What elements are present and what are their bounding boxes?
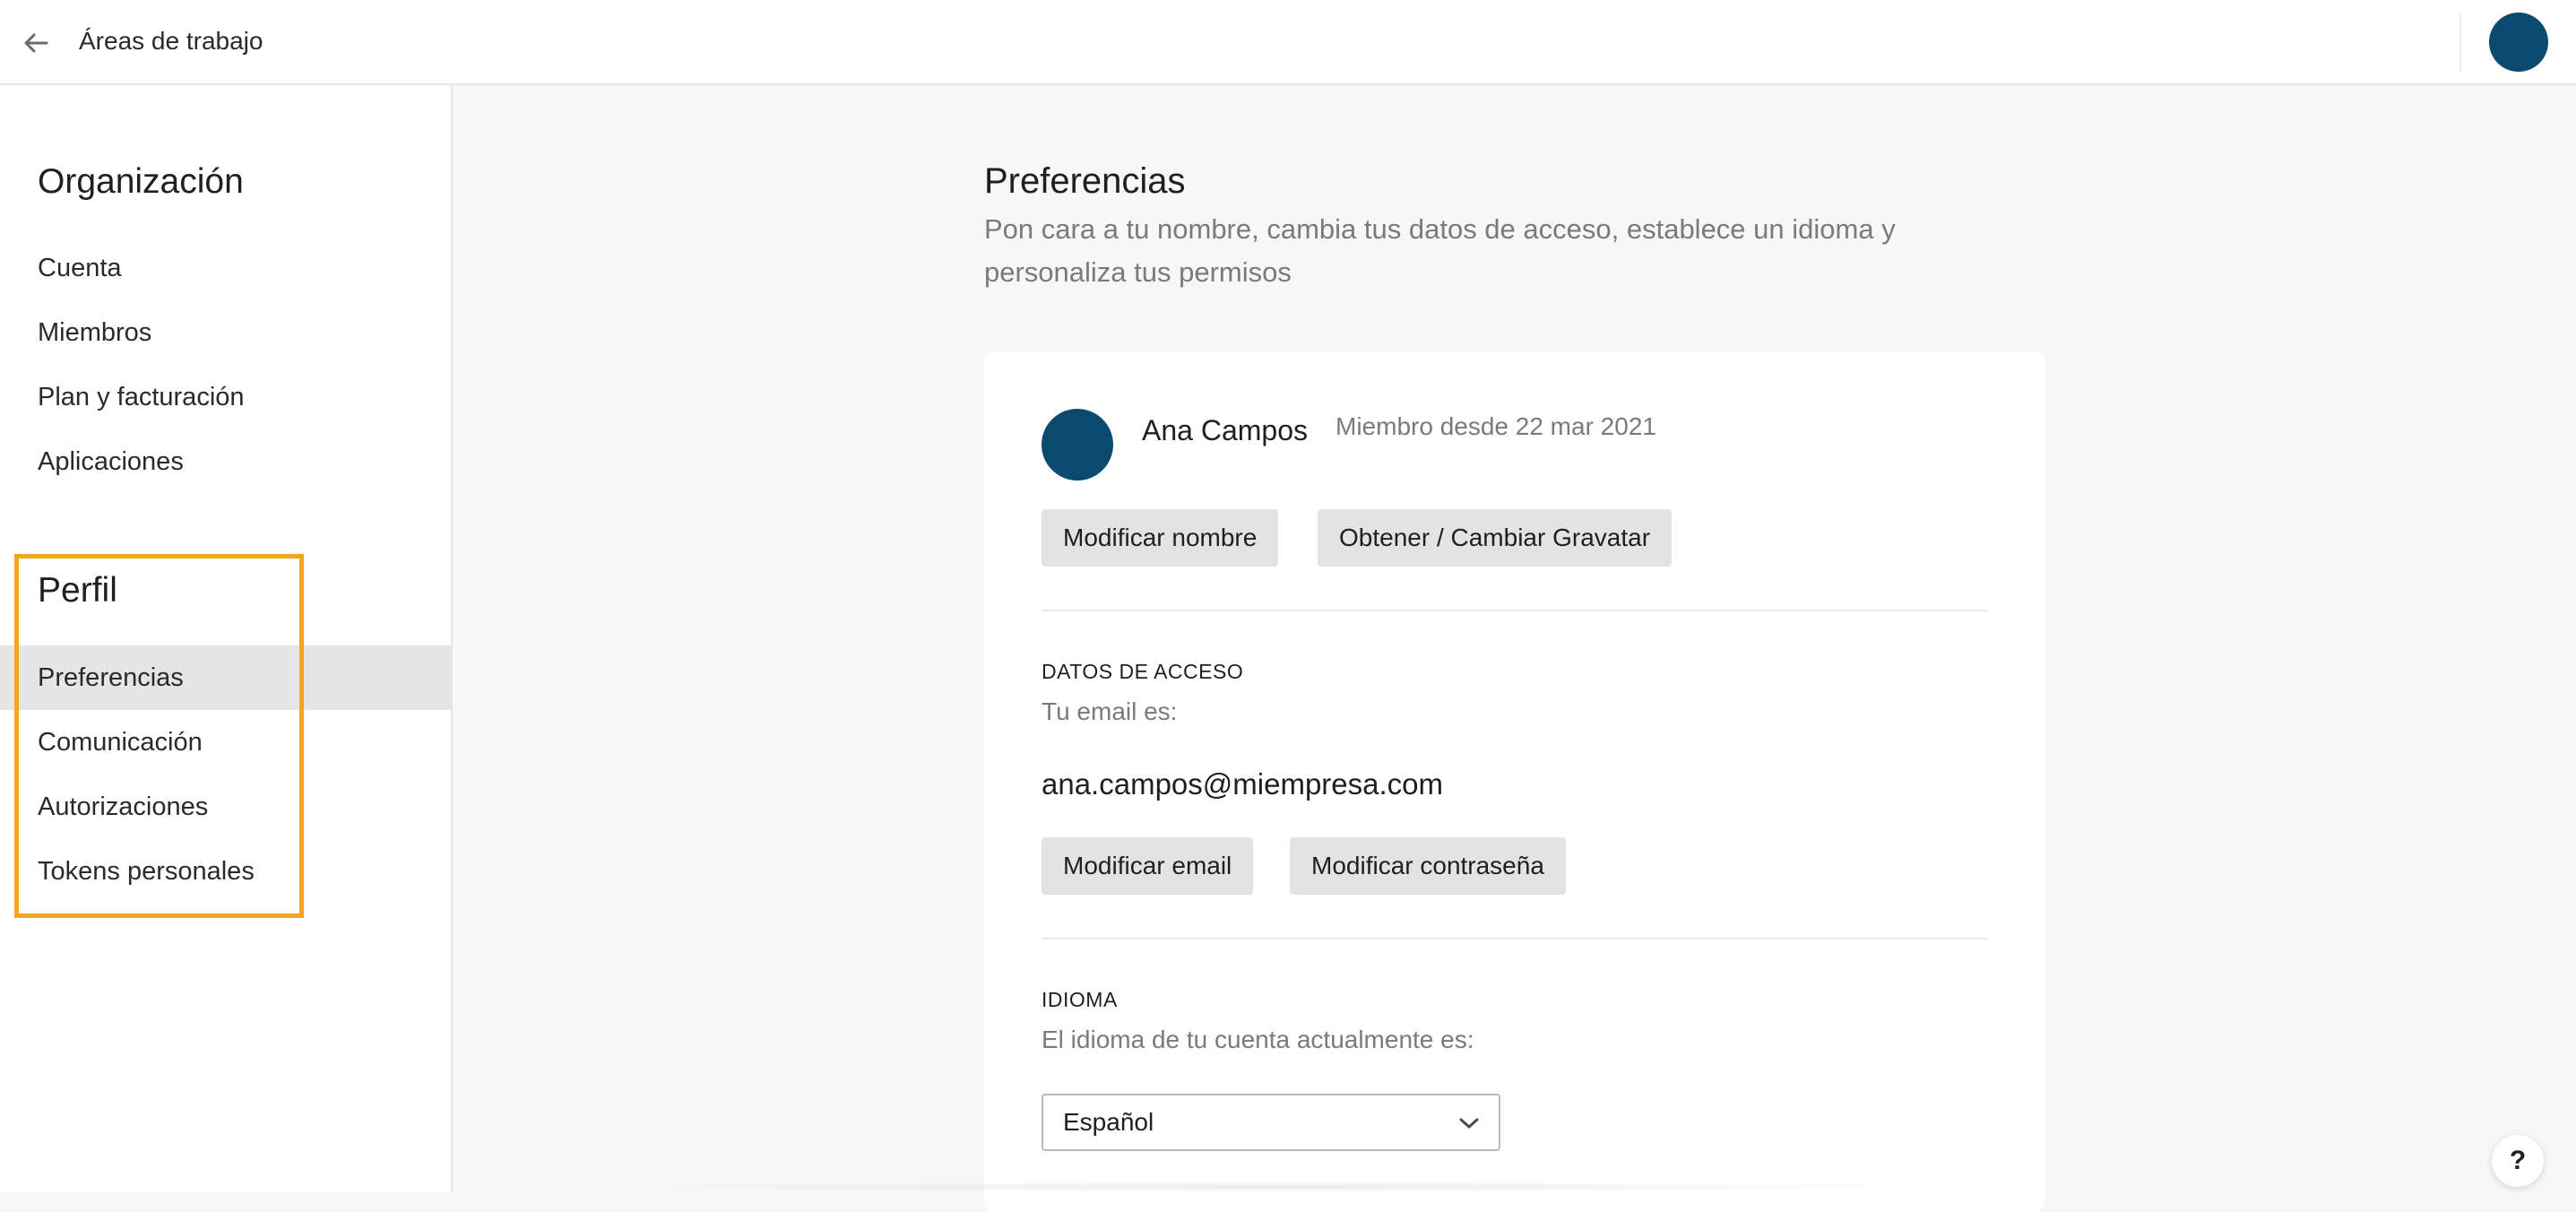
sidebar-item-tokens-personales[interactable]: Tokens personales (0, 839, 451, 904)
back-button[interactable] (18, 25, 54, 61)
chevron-down-icon (1457, 1112, 1481, 1135)
language-selected-value: Español (1063, 1108, 1154, 1136)
profile-heading: Perfil (38, 571, 117, 610)
help-button[interactable]: ? (2492, 1135, 2544, 1187)
modify-name-button[interactable]: Modificar nombre (1042, 509, 1279, 567)
language-select[interactable]: Español (1042, 1094, 1500, 1151)
sidebar-item-cuenta[interactable]: Cuenta (0, 236, 451, 300)
sidebar: Organización Cuenta Miembros Plan y fact… (0, 85, 453, 1192)
scroll-shadow (609, 1182, 1954, 1192)
sidebar-item-autorizaciones[interactable]: Autorizaciones (0, 775, 451, 839)
section-divider (1042, 938, 1988, 939)
gravatar-button[interactable]: Obtener / Cambiar Gravatar (1318, 509, 1673, 567)
modify-email-button[interactable]: Modificar email (1042, 837, 1254, 895)
email-value: ana.campos@miempresa.com (1042, 767, 1443, 801)
access-data-heading: DATOS DE ACCESO (1042, 660, 1244, 683)
sidebar-item-comunicacion[interactable]: Comunicación (0, 710, 451, 775)
arrow-left-icon (24, 33, 48, 53)
profile-avatar (1042, 409, 1113, 480)
preferences-card: Ana Campos Miembro desde 22 mar 2021 Mod… (984, 351, 2045, 1212)
organization-heading: Organización (38, 162, 244, 201)
top-bar: Áreas de trabajo (0, 0, 2576, 85)
language-hint: El idioma de tu cuenta actualmente es: (1042, 1026, 1474, 1053)
page-title: Preferencias (984, 161, 1186, 201)
email-hint: Tu email es: (1042, 697, 1178, 725)
member-since: Miembro desde 22 mar 2021 (1336, 412, 1656, 440)
sidebar-item-plan-facturacion[interactable]: Plan y facturación (0, 365, 451, 429)
topbar-divider (2459, 13, 2461, 72)
section-divider (1042, 610, 1988, 611)
page-subtitle: Pon cara a tu nombre, cambia tus datos d… (984, 213, 1896, 288)
sidebar-item-preferencias[interactable]: Preferencias (0, 645, 451, 710)
workspaces-title: Áreas de trabajo (79, 27, 264, 55)
sidebar-item-aplicaciones[interactable]: Aplicaciones (0, 429, 451, 494)
user-avatar[interactable] (2489, 13, 2548, 72)
user-name: Ana Campos (1142, 414, 1308, 446)
language-heading: IDIOMA (1042, 988, 1118, 1011)
sidebar-item-miembros[interactable]: Miembros (0, 300, 451, 365)
modify-password-button[interactable]: Modificar contraseña (1290, 837, 1566, 895)
